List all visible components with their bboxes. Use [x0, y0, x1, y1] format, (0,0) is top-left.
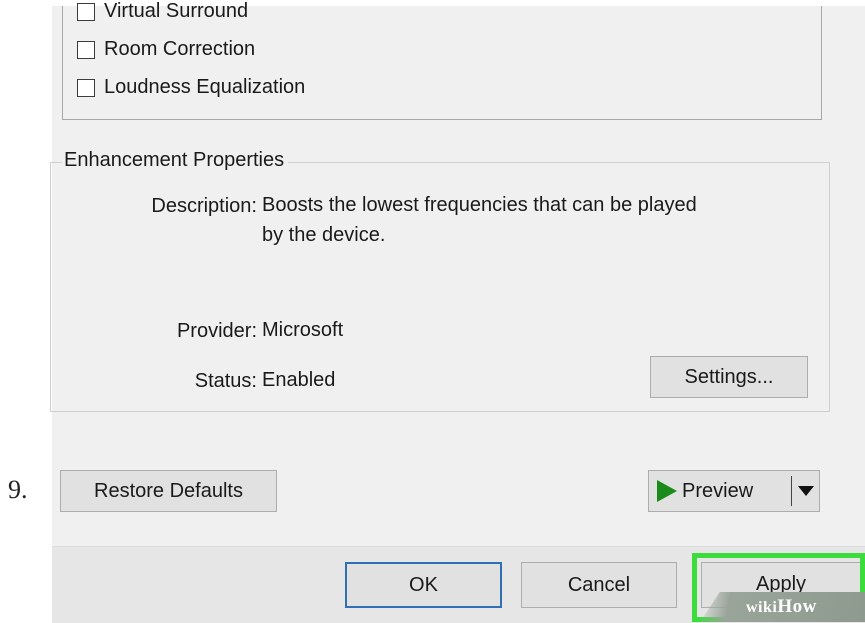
play-icon: [657, 480, 677, 502]
loudness-equalization-checkbox[interactable]: [77, 78, 95, 97]
preview-label: Preview: [682, 479, 754, 502]
chevron-down-icon[interactable]: [798, 486, 814, 496]
status-label: Status:: [194, 370, 257, 392]
cancel-button[interactable]: Cancel: [521, 562, 677, 608]
enhancement-virtual-surround[interactable]: Virtual Surround: [77, 0, 248, 23]
enhancements-list: Virtual Surround Room Correction Loudnes…: [62, 0, 822, 120]
wikihow-watermark: wikiHow: [746, 596, 817, 617]
description-label: Description:: [151, 195, 257, 217]
description-line-2: by the device.: [262, 224, 386, 246]
room-correction-checkbox[interactable]: [77, 40, 95, 59]
enhancement-loudness-equalization[interactable]: Loudness Equalization: [77, 76, 305, 99]
description-value: Boosts the lowest frequencies that can b…: [262, 190, 697, 250]
provider-label: Provider:: [176, 320, 257, 342]
virtual-surround-checkbox[interactable]: [77, 2, 95, 21]
settings-button[interactable]: Settings...: [650, 356, 808, 398]
enhancement-label: Virtual Surround: [104, 0, 249, 22]
enhancement-room-correction[interactable]: Room Correction: [77, 38, 255, 61]
preview-split-button[interactable]: Preview: [648, 470, 820, 512]
status-value: Enabled: [262, 369, 336, 391]
preview-separator: [791, 476, 792, 506]
enhancement-label: Loudness Equalization: [104, 76, 306, 98]
preview-button[interactable]: Preview: [649, 480, 791, 503]
enhancement-label: Room Correction: [104, 38, 256, 60]
provider-value: Microsoft: [262, 319, 344, 341]
enhancement-properties-title: Enhancement Properties: [62, 149, 289, 172]
description-line-1: Boosts the lowest frequencies that can b…: [262, 194, 697, 216]
step-number: 9.: [8, 475, 28, 504]
restore-defaults-button[interactable]: Restore Defaults: [60, 470, 277, 512]
ok-button[interactable]: OK: [345, 562, 502, 608]
